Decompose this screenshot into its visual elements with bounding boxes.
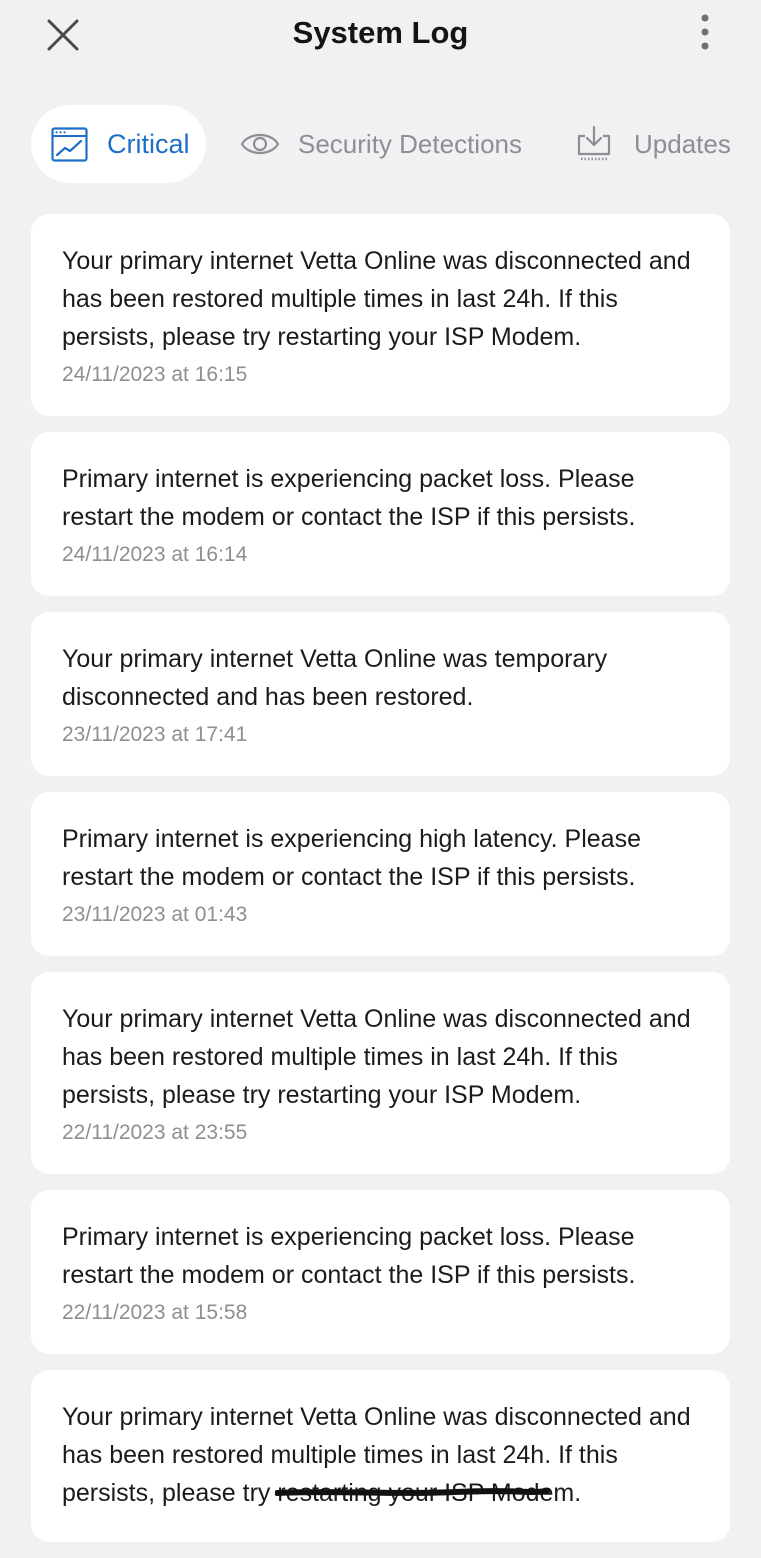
- log-message: Your primary internet Vetta Online was d…: [62, 247, 691, 351]
- log-entry[interactable]: Your primary internet Vetta Online was d…: [31, 972, 730, 1174]
- more-options-button[interactable]: [685, 10, 725, 56]
- log-category-tabs: Critical Security Detections Updates: [0, 105, 761, 185]
- log-message: Your primary internet Vetta Online was d…: [62, 1005, 691, 1109]
- eye-icon: [240, 129, 280, 159]
- log-entry[interactable]: Primary internet is experiencing packet …: [31, 432, 730, 596]
- tab-updates-label: Updates: [634, 128, 731, 159]
- log-message: Primary internet is experiencing packet …: [62, 465, 636, 531]
- log-message: Primary internet is experiencing packet …: [62, 1223, 636, 1289]
- log-list: Your primary internet Vetta Online was d…: [31, 214, 730, 1558]
- tab-critical[interactable]: Critical: [31, 105, 206, 183]
- tab-updates[interactable]: Updates: [576, 105, 731, 183]
- log-timestamp: 24/11/2023 at 16:14: [62, 543, 248, 566]
- log-timestamp: 24/11/2023 at 16:15: [62, 363, 248, 386]
- chart-window-icon: [51, 126, 88, 162]
- tab-security-detections-label: Security Detections: [298, 128, 522, 159]
- download-tray-icon: [576, 125, 612, 163]
- log-message: Your primary internet Vetta Online was t…: [62, 645, 608, 711]
- more-vertical-icon: [701, 14, 709, 50]
- log-timestamp: 22/11/2023 at 15:58: [62, 1301, 248, 1324]
- log-timestamp: 22/11/2023 at 23:55: [62, 1121, 248, 1144]
- tab-security-detections[interactable]: Security Detections: [240, 105, 522, 183]
- log-entry[interactable]: Your primary internet Vetta Online was d…: [31, 214, 730, 416]
- page-title: System Log: [292, 15, 469, 50]
- log-timestamp: 23/11/2023 at 01:43: [62, 903, 248, 926]
- log-entry[interactable]: Primary internet is experiencing packet …: [31, 1190, 730, 1354]
- log-entry[interactable]: Your primary internet Vetta Online was t…: [31, 612, 730, 776]
- log-timestamp: 23/11/2023 at 17:41: [62, 723, 248, 746]
- log-entry[interactable]: Primary internet is experiencing high la…: [31, 792, 730, 956]
- log-entry[interactable]: Your primary internet Vetta Online was d…: [31, 1370, 730, 1542]
- tab-critical-label: Critical: [107, 128, 190, 159]
- pen-scribble-mark: [275, 1488, 550, 1496]
- app-header: System Log: [0, 0, 761, 70]
- log-message: Primary internet is experiencing high la…: [62, 825, 641, 891]
